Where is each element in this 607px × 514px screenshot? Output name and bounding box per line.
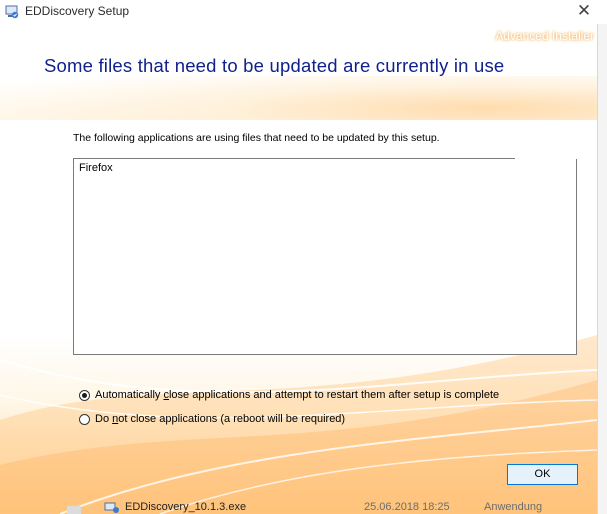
close-icon: ✕ — [576, 1, 592, 20]
list-item[interactable]: Firefox — [79, 162, 113, 174]
auto-close-label: Automatically close applications and att… — [95, 389, 500, 401]
ok-button[interactable]: OK — [507, 464, 578, 485]
file-name: EDDiscovery_10.1.3.exe — [125, 501, 247, 513]
page-title: Some files that need to be updated are c… — [44, 55, 505, 76]
close-button[interactable]: ✕ — [561, 0, 607, 24]
no-close-label: Do not close applications (a reboot will… — [95, 413, 346, 425]
title-bar: EDDiscovery Setup ✕ — [0, 0, 607, 24]
checkbox-placeholder — [67, 506, 81, 514]
auto-close-option[interactable]: Automatically close applications and att… — [79, 389, 499, 401]
banner-glow — [0, 76, 597, 120]
applications-list[interactable]: Firefox — [73, 158, 578, 355]
radio-no-close[interactable] — [79, 413, 90, 425]
background-window-edge — [598, 24, 607, 514]
listbox-notch — [515, 158, 578, 159]
dialog-content: The following applications are using fil… — [0, 120, 597, 514]
radio-auto-close[interactable] — [79, 389, 90, 401]
header-banner: Advanced Installer Some files that need … — [0, 24, 597, 120]
exe-file-icon — [104, 502, 119, 513]
file-type: Anwendung — [484, 501, 543, 513]
background-file-row: EDDiscovery_10.1.3.exe 25.06.2018 18:25 … — [0, 501, 597, 514]
installer-icon — [5, 5, 19, 19]
window-title: EDDiscovery Setup — [25, 4, 130, 18]
brand-label: Advanced Installer — [495, 29, 594, 43]
intro-text: The following applications are using fil… — [73, 132, 440, 144]
file-date: 25.06.2018 18:25 — [364, 501, 450, 513]
no-close-option[interactable]: Do not close applications (a reboot will… — [79, 413, 345, 425]
